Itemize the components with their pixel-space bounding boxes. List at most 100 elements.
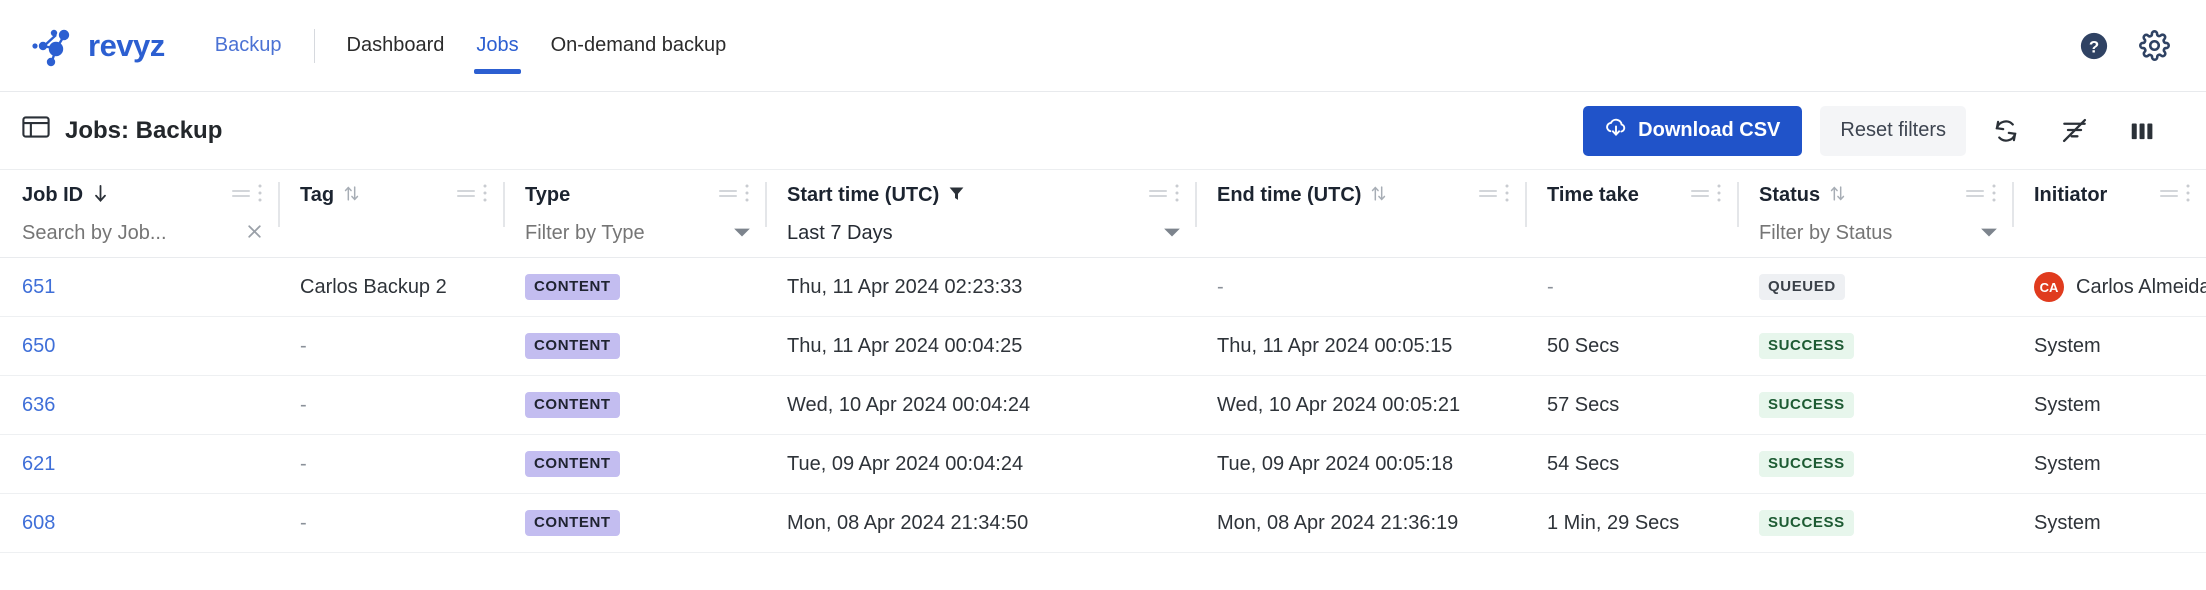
column-kebab-menu-icon[interactable] — [481, 182, 489, 209]
nav-product-backup[interactable]: Backup — [199, 0, 298, 91]
cell-start-time: Wed, 10 Apr 2024 00:04:24 — [787, 393, 1031, 416]
brand-logo[interactable]: revyz — [30, 24, 165, 68]
initiator-name: Carlos Almeida — [2076, 275, 2206, 298]
type-badge: CONTENT — [525, 392, 620, 418]
svg-text:?: ? — [2089, 37, 2099, 56]
chevron-down-icon[interactable] — [733, 225, 751, 243]
cell-job-id: 608 — [0, 512, 278, 535]
initiator-name: System — [2034, 334, 2101, 357]
chevron-down-icon[interactable] — [1980, 225, 1998, 243]
cell-job-id: 651 — [0, 276, 278, 299]
column-header-time-taken[interactable]: Time take — [1525, 170, 1737, 257]
status-badge: SUCCESS — [1759, 333, 1854, 359]
cell-end-time: - — [1217, 275, 1224, 298]
column-header-job-id[interactable]: Job ID — [0, 170, 278, 257]
nav-divider — [313, 28, 315, 63]
column-header-start-time[interactable]: Start time (UTC) Last 7 Days — [765, 170, 1195, 257]
column-menu-equals-icon[interactable] — [230, 186, 252, 205]
brand-name: revyz — [88, 28, 165, 63]
cell-start-time: Thu, 11 Apr 2024 02:23:33 — [787, 275, 1023, 298]
column-kebab-menu-icon[interactable] — [2184, 182, 2192, 209]
job-id-link[interactable]: 608 — [22, 512, 55, 535]
filter-select-status[interactable] — [1759, 222, 1980, 245]
chevron-down-icon[interactable] — [1163, 225, 1181, 243]
download-csv-button[interactable]: Download CSV — [1583, 105, 1803, 156]
column-header-end-time[interactable]: End time (UTC) — [1195, 170, 1525, 257]
column-label-initiator: Initiator — [2034, 184, 2108, 206]
cell-job-id: 650 — [0, 335, 278, 358]
cell-initiator: System — [2012, 512, 2206, 535]
filter-funnel-icon[interactable] — [948, 185, 965, 207]
type-badge: CONTENT — [525, 274, 620, 300]
column-menu-equals-icon[interactable] — [1689, 186, 1711, 205]
reset-filters-button[interactable]: Reset filters — [1820, 105, 1966, 156]
column-label-end-time: End time (UTC) — [1217, 184, 1362, 206]
table-row[interactable]: 621 - CONTENT Tue, 09 Apr 2024 00:04:24 … — [0, 435, 2206, 494]
column-menu-equals-icon[interactable] — [717, 186, 739, 205]
cell-type: CONTENT — [503, 510, 765, 536]
top-navigation-bar: revyz Backup Dashboard Jobs On-demand ba… — [0, 0, 2206, 92]
filter-value-start-time[interactable]: Last 7 Days — [787, 222, 1163, 245]
column-header-status[interactable]: Status — [1737, 170, 2012, 257]
cell-initiator: System — [2012, 453, 2206, 476]
job-id-link[interactable]: 636 — [22, 394, 55, 417]
column-kebab-menu-icon[interactable] — [1990, 182, 1998, 209]
nav-item-jobs[interactable]: Jobs — [460, 0, 534, 91]
column-kebab-menu-icon[interactable] — [1715, 182, 1723, 209]
column-label-status: Status — [1759, 184, 1821, 206]
cell-time-taken: 1 Min, 29 Secs — [1547, 511, 1680, 534]
job-id-link[interactable]: 621 — [22, 453, 55, 476]
cell-time-taken: - — [1547, 275, 1554, 298]
column-menu-equals-icon[interactable] — [1147, 186, 1169, 205]
cell-type: CONTENT — [503, 333, 765, 359]
cell-type: CONTENT — [503, 392, 765, 418]
sort-both-icon[interactable] — [1829, 184, 1846, 208]
column-header-type[interactable]: Type — [503, 170, 765, 257]
cell-tag: - — [300, 452, 307, 475]
column-label-tag: Tag — [300, 184, 335, 206]
search-input-job-id[interactable] — [22, 222, 239, 245]
column-menu-equals-icon[interactable] — [1477, 186, 1499, 205]
sort-both-icon[interactable] — [1370, 184, 1387, 208]
cell-status: SUCCESS — [1737, 392, 2012, 418]
table-row[interactable]: 636 - CONTENT Wed, 10 Apr 2024 00:04:24 … — [0, 376, 2206, 435]
column-kebab-menu-icon[interactable] — [743, 182, 751, 209]
cell-status: QUEUED — [1737, 274, 2012, 300]
table-row[interactable]: 650 - CONTENT Thu, 11 Apr 2024 00:04:25 … — [0, 317, 2206, 376]
sort-desc-icon[interactable] — [92, 184, 109, 208]
column-label-type: Type — [525, 184, 571, 206]
job-id-link[interactable]: 651 — [22, 276, 55, 299]
top-nav-actions: ? — [2079, 30, 2170, 61]
column-menu-equals-icon[interactable] — [455, 186, 477, 205]
nav-item-on-demand-backup[interactable]: On-demand backup — [535, 0, 743, 91]
filter-off-icon[interactable] — [2046, 106, 2102, 156]
clear-search-icon[interactable] — [245, 222, 264, 246]
table-row[interactable]: 608 - CONTENT Mon, 08 Apr 2024 21:34:50 … — [0, 494, 2206, 553]
job-id-link[interactable]: 650 — [22, 335, 55, 358]
sort-both-icon[interactable] — [343, 184, 360, 208]
type-badge: CONTENT — [525, 510, 620, 536]
table-row[interactable]: 651 Carlos Backup 2 CONTENT Thu, 11 Apr … — [0, 258, 2206, 317]
column-kebab-menu-icon[interactable] — [256, 182, 264, 209]
filter-select-type[interactable] — [525, 222, 733, 245]
column-kebab-menu-icon[interactable] — [1503, 182, 1511, 209]
initiator-name: System — [2034, 511, 2101, 534]
column-label-start-time: Start time (UTC) — [787, 184, 940, 206]
download-csv-label: Download CSV — [1638, 119, 1781, 141]
column-header-tag[interactable]: Tag — [278, 170, 503, 257]
settings-gear-icon[interactable] — [2139, 30, 2170, 61]
column-menu-equals-icon[interactable] — [2158, 186, 2180, 205]
cell-end-time: Wed, 10 Apr 2024 00:05:21 — [1217, 393, 1461, 416]
column-menu-equals-icon[interactable] — [1964, 186, 1986, 205]
column-kebab-menu-icon[interactable] — [1173, 182, 1181, 209]
cell-job-id: 636 — [0, 394, 278, 417]
help-icon[interactable]: ? — [2079, 31, 2109, 61]
column-label-job-id: Job ID — [22, 184, 84, 206]
cell-time-taken: 54 Secs — [1547, 452, 1620, 475]
columns-icon[interactable] — [2114, 106, 2170, 156]
column-header-initiator[interactable]: Initiator — [2012, 170, 2206, 257]
refresh-icon[interactable] — [1978, 106, 2034, 156]
nav-item-dashboard[interactable]: Dashboard — [331, 0, 461, 91]
page-title-text: Jobs: Backup — [65, 116, 223, 144]
cell-tag: Carlos Backup 2 — [300, 275, 447, 298]
